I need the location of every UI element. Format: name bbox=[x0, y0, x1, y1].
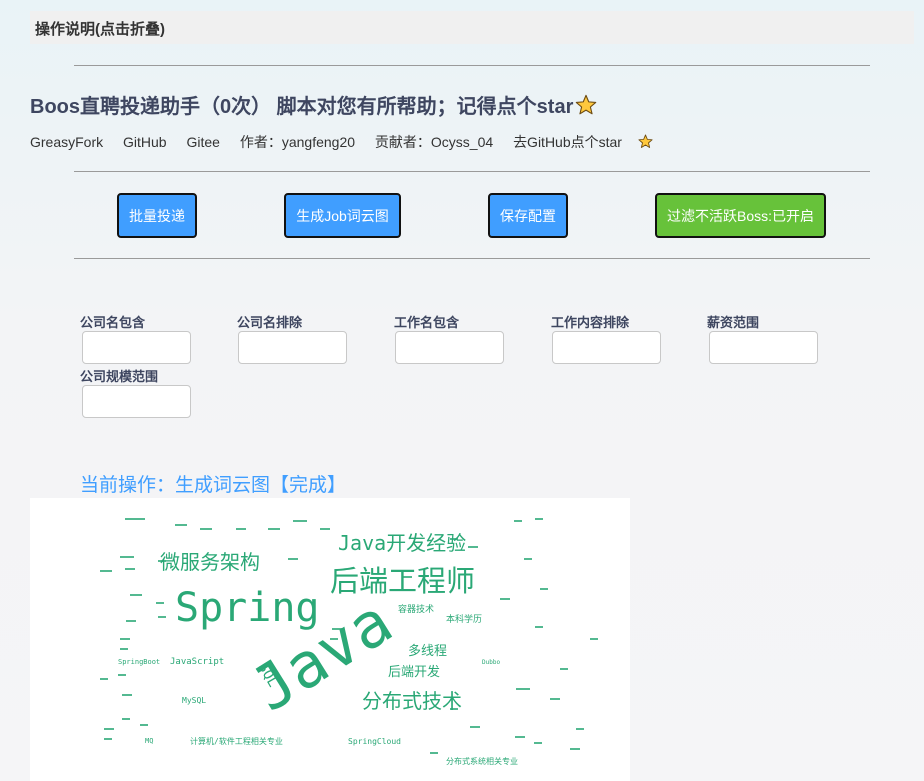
word-backend-engineer: 后端工程师 bbox=[330, 564, 475, 598]
word-springboot: SpringBoot bbox=[118, 658, 160, 666]
word-mq: MQ bbox=[145, 737, 153, 745]
instructions-toggle[interactable]: 操作说明(点击折叠) bbox=[30, 11, 914, 44]
filter-inactive-boss-toggle[interactable]: 过滤不活跃Boss:已开启 bbox=[655, 193, 826, 238]
word-backend-dev: 后端开发 bbox=[388, 664, 440, 680]
salary-range-label: 薪资范围 bbox=[707, 315, 760, 330]
company-scale-input[interactable] bbox=[82, 385, 191, 418]
word-distributed: 分布式技术 bbox=[362, 689, 462, 713]
company-scale-label: 公司规模范围 bbox=[80, 369, 159, 384]
word-mysql: MySQL bbox=[182, 696, 206, 705]
job-wordcloud: Java Spring 后端工程师 Java开发经验 微服务架构 分布式技术 多… bbox=[30, 498, 630, 781]
word-springcloud: SpringCloud bbox=[348, 737, 401, 746]
job-content-exclude-label: 工作内容排除 bbox=[551, 315, 630, 330]
word-computer-major: 计算机/软件工程相关专业 bbox=[190, 736, 283, 746]
page-title-text: Boos直聘投递助手（0次） 脚本对您有所帮助；记得点个star bbox=[30, 96, 574, 118]
link-row: GreasyFork GitHub Gitee 作者：yangfeng20 贡献… bbox=[30, 132, 653, 152]
company-exclude-label: 公司名排除 bbox=[237, 315, 303, 330]
github-star-link-label: 去GitHub点个star bbox=[513, 134, 622, 150]
word-spring: Spring bbox=[175, 585, 320, 631]
word-cs-related: 分布式系统相关专业 bbox=[446, 756, 518, 766]
word-dubbo: Dubbo bbox=[482, 659, 500, 666]
job-content-exclude-input[interactable] bbox=[552, 331, 661, 364]
instructions-toggle-label: 操作说明(点击折叠) bbox=[35, 21, 165, 38]
star-icon bbox=[576, 94, 597, 115]
job-include-input[interactable] bbox=[395, 331, 504, 364]
word-multithreading: 多线程 bbox=[408, 643, 447, 659]
company-exclude-input[interactable] bbox=[238, 331, 347, 364]
divider-top bbox=[74, 65, 870, 66]
divider-bottom bbox=[74, 258, 870, 259]
divider-middle bbox=[74, 171, 870, 172]
github-link[interactable]: GitHub bbox=[123, 134, 167, 150]
page-title: Boos直聘投递助手（0次） 脚本对您有所帮助；记得点个star bbox=[30, 90, 597, 119]
batch-deliver-button[interactable]: 批量投递 bbox=[117, 193, 197, 238]
company-include-label: 公司名包含 bbox=[80, 315, 146, 330]
star-icon bbox=[638, 134, 653, 148]
save-config-button[interactable]: 保存配置 bbox=[488, 193, 568, 238]
generate-wordcloud-button[interactable]: 生成Job词云图 bbox=[284, 193, 401, 238]
author-link[interactable]: 作者：yangfeng20 bbox=[240, 134, 355, 150]
wordcloud-canvas: Java Spring 后端工程师 Java开发经验 微服务架构 分布式技术 多… bbox=[100, 518, 598, 766]
github-star-link[interactable]: 去GitHub点个star bbox=[513, 134, 653, 150]
word-microservices: 微服务架构 bbox=[160, 550, 260, 574]
greasyfork-link[interactable]: GreasyFork bbox=[30, 134, 103, 150]
company-include-input[interactable] bbox=[82, 331, 191, 364]
word-bachelor: 本科学历 bbox=[446, 613, 482, 625]
word-java-dev-exp: Java开发经验 bbox=[338, 531, 466, 555]
word-container-tech: 容器技术 bbox=[398, 603, 434, 615]
salary-range-input[interactable] bbox=[709, 331, 818, 364]
gitee-link[interactable]: Gitee bbox=[186, 134, 219, 150]
current-operation-status: 当前操作：生成词云图【完成】 bbox=[80, 475, 347, 496]
contributor-link[interactable]: 贡献者：Ocyss_04 bbox=[375, 134, 493, 150]
job-include-label: 工作名包含 bbox=[394, 315, 460, 330]
word-javascript: JavaScript bbox=[170, 657, 224, 667]
